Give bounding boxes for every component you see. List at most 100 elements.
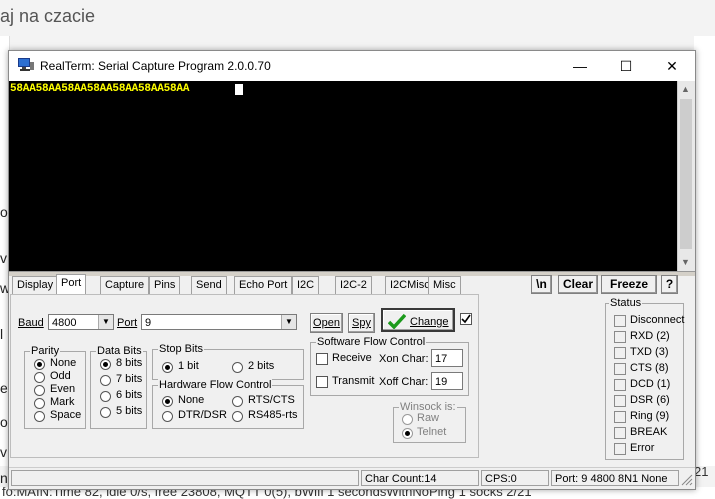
close-button[interactable]: ✕ (649, 51, 695, 81)
status-disconnect-indicator (614, 315, 626, 327)
tab-i2c[interactable]: I2C (292, 276, 320, 294)
winsock-telnet-label: Telnet (417, 426, 447, 438)
data-bits-7-radio[interactable] (100, 375, 111, 386)
parity-space-radio[interactable] (34, 411, 45, 422)
stop-bits-title: Stop Bits (158, 343, 205, 355)
maximize-button[interactable]: ☐ (603, 51, 649, 81)
status-ring-indicator (614, 411, 626, 423)
parity-odd-radio[interactable] (34, 372, 45, 383)
scroll-up-icon[interactable]: ▲ (681, 84, 690, 94)
baud-select[interactable]: 4800 ▼ (48, 314, 114, 330)
sw-receive-label: Receive (332, 352, 372, 364)
open-button[interactable]: Open (310, 313, 343, 333)
port-label: Port (117, 317, 138, 329)
status-bar: Char Count:14 CPS:0 Port: 9 4800 8N1 Non… (9, 467, 695, 488)
background-letter: o (0, 204, 8, 220)
tab-i2c-2[interactable]: I2C-2 (335, 276, 372, 294)
hw-flow-dtrdsr-label: DTR/DSR (178, 409, 227, 421)
spy-button[interactable]: Spy (348, 313, 375, 333)
status-dsr-indicator (614, 395, 626, 407)
tab-display[interactable]: Display (12, 276, 59, 294)
background-chat-text: aj na czacie (0, 6, 96, 26)
baud-value: 4800 (52, 317, 77, 329)
port-value: 9 (145, 317, 152, 329)
data-bits-8-radio[interactable] (100, 359, 111, 370)
background-letter: o (0, 414, 8, 430)
port-select[interactable]: 9 ▼ (141, 314, 297, 330)
winsock-raw-radio[interactable] (402, 414, 413, 425)
winsock-raw-label: Raw (417, 412, 440, 424)
tab-send[interactable]: Send (191, 276, 227, 294)
hw-flow-none-label: None (178, 394, 205, 406)
change-button-label: Change (410, 316, 449, 328)
terminal-scrollbar[interactable]: ▲ ▼ (677, 81, 695, 271)
hw-flow-rs485-radio[interactable] (232, 411, 243, 422)
background-letter: e (0, 380, 8, 396)
stop-bits-1-radio[interactable] (162, 362, 173, 373)
scroll-down-icon[interactable]: ▼ (681, 257, 690, 267)
hw-flow-dtrdsr-radio[interactable] (162, 411, 173, 422)
freeze-button[interactable]: Freeze (601, 275, 657, 294)
hw-flow-group: Hardware Flow Control None RTS/CTS DTR/D… (152, 379, 304, 429)
realterm-app-icon (18, 58, 34, 71)
parity-even-label: Even (50, 383, 76, 395)
background-letter: v (0, 250, 7, 266)
realterm-window: RealTerm: Serial Capture Program 2.0.0.7… (8, 50, 696, 490)
parity-mark-radio[interactable] (34, 398, 45, 409)
change-button[interactable]: Change (381, 308, 455, 332)
check-mark-icon (461, 314, 471, 324)
status-dcd-indicator (614, 379, 626, 391)
winsock-telnet-radio[interactable] (402, 428, 413, 439)
port-panel: Baud 4800 ▼ Port 9 ▼ Open Spy Change Par… (10, 294, 479, 458)
tab-misc[interactable]: Misc (428, 276, 461, 294)
background-letter: l (0, 326, 4, 342)
tab-echo-port[interactable]: Echo Port (234, 276, 293, 294)
help-button[interactable]: ? (661, 275, 678, 294)
title-bar[interactable]: RealTerm: Serial Capture Program 2.0.0.7… (9, 51, 695, 81)
parity-group: Parity None Odd Even Mark Space (24, 345, 86, 429)
terminal-display[interactable]: 58AA58AA58AA58AA58AA58AA58AA (9, 81, 677, 271)
parity-none-radio[interactable] (34, 359, 45, 370)
tab-capture[interactable]: Capture (100, 276, 150, 294)
parity-title: Parity (30, 345, 61, 357)
xoff-label: Xoff Char: (379, 376, 429, 388)
hw-flow-rs485-label: RS485-rts (248, 409, 298, 421)
hw-flow-rtscts-label: RTS/CTS (248, 394, 295, 406)
status-cts-indicator (614, 363, 626, 375)
xon-input[interactable]: 17 (431, 349, 463, 367)
sw-transmit-label: Transmit (332, 375, 375, 387)
parity-even-radio[interactable] (34, 385, 45, 396)
sw-transmit-checkbox[interactable] (316, 376, 328, 388)
minimize-button[interactable]: — (557, 51, 603, 81)
status-group: Status Disconnect RXD (2) TXD (3) CTS (8… (605, 297, 684, 460)
hw-flow-none-radio[interactable] (162, 396, 173, 407)
xoff-input[interactable]: 19 (431, 372, 463, 390)
parity-odd-label: Odd (50, 370, 71, 382)
stop-bits-group: Stop Bits 1 bit 2 bits (152, 343, 304, 380)
tab-port[interactable]: Port (56, 274, 87, 295)
change-checkbox[interactable] (460, 313, 472, 325)
data-bits-group: Data Bits 8 bits 7 bits 6 bits 5 bits (90, 345, 147, 429)
statusbar-empty-cell (11, 470, 359, 486)
hw-flow-rtscts-radio[interactable] (232, 396, 243, 407)
status-break-label: BREAK (630, 426, 668, 438)
chevron-down-icon[interactable]: ▼ (281, 315, 296, 329)
scrollbar-thumb[interactable] (680, 99, 692, 249)
parity-mark-label: Mark (50, 396, 75, 408)
stop-bits-2-radio[interactable] (232, 362, 243, 373)
resize-grip-icon[interactable] (681, 474, 693, 486)
tab-strip: Display Port Capture Pins Send Echo Port… (10, 274, 480, 295)
data-bits-8-label: 8 bits (116, 357, 143, 369)
parity-none-label: None (50, 357, 77, 369)
data-bits-5-radio[interactable] (100, 407, 111, 418)
terminal-text: 58AA58AA58AA58AA58AA58AA58AA (10, 83, 190, 95)
clear-button[interactable]: Clear (558, 275, 598, 294)
chevron-down-icon[interactable]: ▼ (98, 315, 113, 329)
tab-pins[interactable]: Pins (149, 276, 181, 294)
data-bits-6-radio[interactable] (100, 391, 111, 402)
status-txd-label: TXD (3) (630, 346, 669, 358)
newline-button[interactable]: \n (531, 275, 552, 294)
baud-label: Baud (18, 317, 44, 329)
parity-space-label: Space (50, 409, 82, 421)
sw-receive-checkbox[interactable] (316, 353, 328, 365)
